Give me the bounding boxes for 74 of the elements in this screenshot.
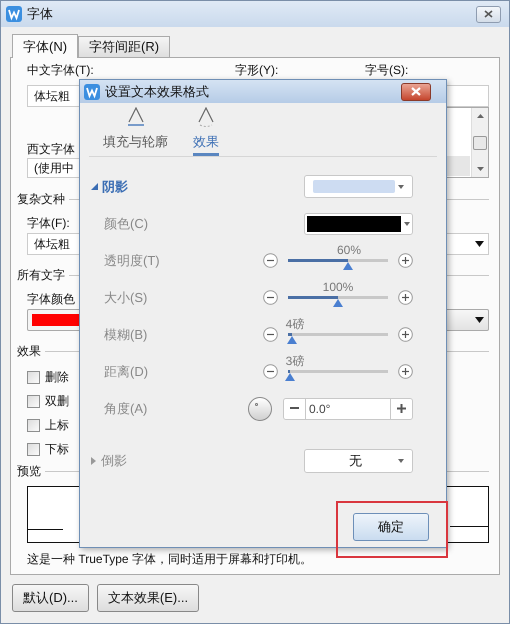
scrollbar[interactable]	[471, 108, 488, 177]
dialog-button[interactable]: 默认(D)...	[12, 584, 89, 612]
field-label: 字形(Y):	[235, 63, 278, 77]
dropdown-caret-icon	[475, 241, 484, 247]
setting-label: 距离(D)	[104, 362, 148, 381]
group-heading: 预览	[17, 463, 41, 480]
checkbox[interactable]	[27, 370, 40, 384]
slider-reading: 4磅	[286, 316, 304, 330]
decrease-icon[interactable]	[263, 327, 278, 342]
angle-knob[interactable]	[248, 396, 272, 420]
plus-icon[interactable]	[397, 404, 406, 413]
increase-icon[interactable]	[398, 290, 413, 305]
expand-triangle-icon[interactable]	[91, 456, 96, 464]
color-dropdown[interactable]	[304, 212, 413, 234]
setting-label: 颜色(C)	[104, 214, 148, 233]
slider-reading: 3磅	[286, 354, 304, 368]
app-logo-icon	[84, 84, 100, 100]
close-icon	[411, 87, 421, 96]
decrease-icon[interactable]	[263, 290, 278, 305]
tab[interactable]: 字体(N)	[12, 34, 78, 58]
group-heading: 效果	[17, 343, 41, 360]
checkbox[interactable]	[27, 442, 40, 456]
angle-spin-field[interactable]: 0.0°	[283, 398, 413, 420]
effects-tab[interactable]: 填充与轮廓	[103, 103, 168, 156]
effects-tab[interactable]: 效果	[193, 103, 219, 156]
field-label: 字体颜色	[27, 291, 75, 306]
letter-a-icon	[126, 107, 144, 127]
close-button[interactable]	[476, 6, 501, 22]
decrease-icon[interactable]	[263, 253, 278, 268]
letter-a-icon	[197, 107, 215, 127]
reflection-dropdown[interactable]: 无	[304, 448, 413, 472]
close-icon	[484, 10, 493, 18]
increase-icon[interactable]	[398, 364, 413, 379]
shadow-section-toggle[interactable]: 阴影	[91, 176, 128, 196]
ok-button[interactable]: 确定	[353, 513, 429, 541]
app-logo-icon	[6, 6, 22, 22]
checkbox-label: 双删	[45, 393, 69, 410]
increase-icon[interactable]	[398, 253, 413, 268]
minus-icon[interactable]	[290, 407, 299, 410]
group-heading: 复杂文种	[17, 191, 65, 208]
checkbox[interactable]	[27, 394, 40, 408]
dialog-title: 设置文本效果格式	[105, 82, 209, 101]
setting-label: 模糊(B)	[104, 326, 148, 344]
checkbox[interactable]	[27, 418, 40, 432]
decrease-icon[interactable]	[263, 364, 278, 379]
dialog-button[interactable]: 文本效果(E)...	[96, 584, 200, 612]
field-label: 字号(S):	[365, 63, 408, 77]
checkbox-label: 删除	[45, 369, 69, 386]
font-description: 这是一种 TrueType 字体，同时适用于屏幕和打印机。	[27, 551, 313, 567]
tab[interactable]: 字符间距(R)	[78, 36, 170, 57]
scroll-thumb[interactable]	[473, 136, 487, 150]
setting-label: 透明度(T)	[104, 252, 160, 270]
field-label: 中文字体(T):	[27, 63, 94, 77]
scroll-up-icon[interactable]	[476, 114, 484, 118]
dropdown-caret-icon	[404, 222, 410, 226]
field-label: 西文字体	[27, 141, 75, 156]
checkbox-label: 上标	[45, 417, 69, 434]
increase-icon[interactable]	[398, 327, 413, 342]
dropdown-caret-icon	[475, 317, 484, 323]
scroll-down-icon[interactable]	[476, 167, 484, 171]
slider-reading: 100%	[322, 280, 354, 294]
group-heading: 所有文字	[17, 267, 65, 284]
slider-reading: 60%	[336, 242, 362, 256]
dropdown-caret-icon	[398, 458, 404, 462]
expand-triangle-icon[interactable]	[91, 183, 98, 190]
dropdown-caret-icon	[398, 184, 404, 188]
window-title: 字体	[27, 5, 53, 24]
checkbox-label: 下标	[45, 441, 69, 458]
angle-value: 0.0°	[308, 400, 332, 418]
close-button[interactable]	[401, 82, 431, 100]
slider-thumb[interactable]	[285, 372, 295, 380]
setting-label: 大小(S)	[104, 288, 148, 307]
field-label: 字体(F):	[27, 215, 70, 230]
setting-label: 角度(A)	[104, 400, 148, 418]
